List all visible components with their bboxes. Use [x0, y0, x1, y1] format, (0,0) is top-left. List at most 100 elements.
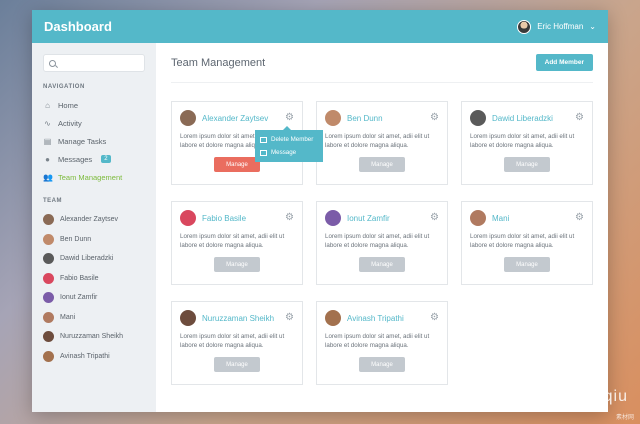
member-name[interactable]: Mani: [492, 214, 569, 223]
sidebar: NAVIGATION ⌂ Home ∿ Activity ▤ Manage Tasks…: [32, 43, 156, 412]
home-icon: ⌂: [45, 100, 50, 110]
member-name[interactable]: Ionut Zamfir: [347, 214, 424, 223]
user-avatar: [517, 19, 532, 34]
search-input[interactable]: [60, 59, 140, 67]
card-options-menu: Delete Member Message: [255, 126, 323, 162]
sidebar-item-home[interactable]: ⌂ Home: [43, 96, 145, 114]
search-icon: [49, 59, 56, 67]
avatar: [43, 272, 54, 284]
team-member-mani[interactable]: Mani: [43, 308, 145, 328]
messages-icon: ●: [45, 154, 50, 164]
team-member-fabio-basile[interactable]: Fabio Basile: [43, 269, 145, 289]
member-description: Lorem ipsum dolor sit amet, adii elit ut…: [470, 233, 575, 249]
manage-button[interactable]: Manage: [504, 157, 550, 172]
team-member-dawid-liberadzki[interactable]: Dawid Liberadzki: [43, 249, 145, 269]
member-name[interactable]: Alexander Zaytsev: [202, 114, 279, 123]
message-icon: [260, 149, 267, 156]
avatar: [43, 331, 54, 343]
app-title: Dashboard: [44, 19, 112, 34]
page-title: Team Management: [171, 56, 266, 69]
sidebar-item-manage-tasks[interactable]: ▤ Manage Tasks: [43, 132, 145, 150]
avatar: [43, 233, 54, 245]
avatar: [325, 210, 341, 226]
user-menu[interactable]: Eric Hoffman ⌄: [517, 19, 596, 34]
team-member-nuruzzaman-sheikh[interactable]: Nuruzzaman Sheikh: [43, 327, 145, 347]
delete-icon: [260, 136, 267, 143]
avatar: [43, 253, 54, 265]
search-box[interactable]: [43, 54, 145, 72]
navigation-heading: NAVIGATION: [43, 84, 85, 90]
sidebar-item-team-management[interactable]: 👥 Team Management: [43, 168, 145, 186]
member-card-ionut-zamfir: Ionut Zamfir ⚙ Lorem ipsum dolor sit amet…: [316, 201, 448, 285]
member-card-dawid-liberadzki: Dawid Liberadzki ⚙ Lorem ipsum dolor sit …: [461, 101, 593, 185]
member-description: Lorem ipsum dolor sit amet, adii elit ut…: [325, 333, 430, 349]
manage-button[interactable]: Manage: [504, 257, 550, 272]
gear-icon[interactable]: ⚙: [430, 213, 439, 223]
member-description: Lorem ipsum dolor sit amet, adii elit ut…: [470, 133, 575, 149]
avatar: [43, 311, 54, 323]
chevron-down-icon: ⌄: [589, 22, 596, 31]
member-name[interactable]: Ben Dunn: [347, 114, 424, 123]
sidebar-item-messages[interactable]: ● Messages 2: [43, 150, 145, 168]
avatar: [43, 214, 54, 226]
member-card-nuruzzaman-sheikh: Nuruzzaman Sheikh ⚙ Lorem ipsum dolor sit…: [171, 301, 303, 385]
sidebar-item-activity[interactable]: ∿ Activity: [43, 114, 145, 132]
gear-icon[interactable]: ⚙: [285, 313, 294, 323]
member-name[interactable]: Nuruzzaman Sheikh: [202, 314, 279, 323]
add-member-button[interactable]: Add Member: [535, 54, 593, 71]
watermark: 微信号: iamyueshanqiu: [445, 388, 628, 405]
watermark-small: 素材网: [615, 415, 634, 421]
manage-button[interactable]: Manage: [359, 157, 405, 172]
team-member-ionut-zamfir[interactable]: Ionut Zamfir: [43, 288, 145, 308]
delete-member-option[interactable]: Delete Member: [260, 133, 318, 146]
gear-icon[interactable]: ⚙: [285, 213, 294, 223]
member-description: Lorem ipsum dolor sit amet, adii elit ut…: [325, 233, 430, 249]
avatar: [470, 210, 486, 226]
member-description: Lorem ipsum dolor sit amet, adii elit ut…: [325, 133, 430, 149]
sidebar-item-label: Team Management: [58, 172, 123, 182]
sidebar-item-label: Home: [58, 100, 79, 110]
sidebar-item-label: Messages: [58, 154, 93, 164]
gear-icon[interactable]: ⚙: [575, 113, 584, 123]
top-bar: Dashboard Eric Hoffman ⌄: [32, 10, 608, 43]
sidebar-item-label: Manage Tasks: [58, 136, 107, 146]
gear-icon[interactable]: ⚙: [430, 313, 439, 323]
gear-icon[interactable]: ⚙: [430, 113, 439, 123]
app-window: Dashboard Eric Hoffman ⌄ NAVIGATION ⌂ Hom…: [32, 10, 608, 412]
avatar: [325, 110, 341, 126]
user-name: Eric Hoffman: [537, 22, 584, 31]
avatar: [325, 310, 341, 326]
member-card-ben-dunn: Ben Dunn ⚙ Lorem ipsum dolor sit amet, ad…: [316, 101, 448, 185]
activity-icon: ∿: [44, 118, 51, 128]
manage-button[interactable]: Manage: [214, 157, 260, 172]
tasks-icon: ▤: [43, 136, 52, 146]
member-card-mani: Mani ⚙ Lorem ipsum dolor sit amet, adii e…: [461, 201, 593, 285]
gear-icon[interactable]: ⚙: [575, 213, 584, 223]
gear-icon[interactable]: ⚙: [285, 113, 294, 123]
main-content: Team Management Add Member Alexander Zay…: [156, 43, 608, 412]
team-heading: TEAM: [43, 198, 62, 204]
manage-button[interactable]: Manage: [214, 357, 260, 372]
member-description: Lorem ipsum dolor sit amet, adii elit ut…: [180, 333, 285, 349]
avatar: [180, 110, 196, 126]
avatar: [180, 210, 196, 226]
avatar: [43, 292, 54, 304]
member-name[interactable]: Dawid Liberadzki: [492, 114, 569, 123]
member-description: Lorem ipsum dolor sit amet, adii elit ut…: [180, 233, 285, 249]
team-member-ben-dunn[interactable]: Ben Dunn: [43, 230, 145, 250]
member-card-fabio-basile: Fabio Basile ⚙ Lorem ipsum dolor sit amet…: [171, 201, 303, 285]
member-name[interactable]: Fabio Basile: [202, 214, 279, 223]
message-option[interactable]: Message: [260, 146, 318, 159]
manage-button[interactable]: Manage: [214, 257, 260, 272]
team-member-avinash-tripathi[interactable]: Avinash Tripathi: [43, 347, 145, 367]
team-icon: 👥: [43, 172, 53, 182]
sidebar-item-label: Activity: [58, 118, 82, 128]
avatar: [470, 110, 486, 126]
manage-button[interactable]: Manage: [359, 257, 405, 272]
member-name[interactable]: Avinash Tripathi: [347, 314, 424, 323]
avatar: [180, 310, 196, 326]
manage-button[interactable]: Manage: [359, 357, 405, 372]
team-member-alexander-zaytsev[interactable]: Alexander Zaytsev: [43, 210, 145, 230]
member-card-avinash-tripathi: Avinash Tripathi ⚙ Lorem ipsum dolor sit …: [316, 301, 448, 385]
page-header: Team Management Add Member: [171, 43, 593, 83]
